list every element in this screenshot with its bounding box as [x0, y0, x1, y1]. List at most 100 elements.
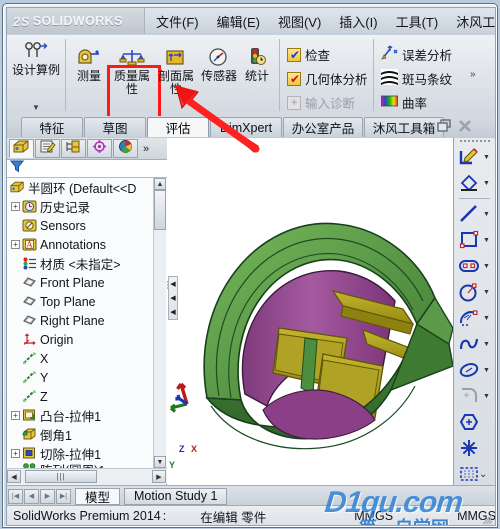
model-3d-view[interactable] — [167, 138, 453, 485]
ribbon-overflow-button[interactable]: » — [470, 69, 476, 80]
geometry-analysis-button[interactable]: ✔ 几何体分析 — [287, 69, 368, 88]
chevron-down-icon[interactable]: ▼ — [483, 367, 490, 374]
sketch-button[interactable]: ▼ — [454, 144, 495, 170]
mass-properties-button[interactable]: 质量属性 — [111, 47, 153, 96]
tab-dimxpert[interactable]: DimXpert — [210, 117, 282, 137]
tree-item-top-plane[interactable]: Top Plane — [7, 292, 167, 311]
menu-file[interactable]: 文件(F) — [147, 8, 208, 35]
tab-features[interactable]: 特征 — [21, 117, 83, 137]
menu-view[interactable]: 视图(V) — [269, 8, 330, 35]
tab-model[interactable]: 模型 — [75, 487, 121, 505]
deviation-analysis-button[interactable]: 误差分析 — [381, 45, 452, 64]
tree-item-chamfer-1[interactable]: 倒角1 — [7, 425, 167, 444]
measure-button[interactable]: 测量 — [69, 47, 109, 83]
tree-item-origin[interactable]: Origin — [7, 330, 167, 349]
polygon-button[interactable] — [454, 409, 495, 435]
property-manager-tab[interactable] — [35, 139, 60, 158]
chevron-down-icon[interactable]: ▼ — [483, 237, 490, 244]
point-button[interactable] — [454, 435, 495, 461]
display-manager-tab[interactable] — [113, 139, 138, 158]
nav-prev-button[interactable]: ◀ — [24, 488, 39, 504]
nav-next-button[interactable]: ▶ — [40, 488, 55, 504]
resize-grip-icon[interactable] — [481, 513, 493, 525]
vertical-scroll-thumb[interactable] — [154, 190, 166, 230]
tab-office-products[interactable]: 办公室产品 — [283, 117, 363, 137]
tree-item-cut-extrude-1[interactable]: + 切除-拉伸1 — [7, 444, 167, 463]
sensor-button[interactable]: 传感器 — [199, 47, 239, 83]
tree-item-front-plane[interactable]: Front Plane — [7, 273, 167, 292]
scroll-right-button[interactable]: ▶ — [152, 470, 166, 483]
feature-tree-vertical-scrollbar[interactable]: ▲ ▼ — [153, 178, 166, 468]
tab-motion-study-1[interactable]: Motion Study 1 — [124, 487, 228, 505]
smart-dimension-button[interactable]: ▼ — [454, 170, 495, 196]
tab-evaluate[interactable]: 评估 — [147, 117, 209, 137]
design-study-dropdown-caret[interactable]: ▼ — [32, 103, 40, 112]
statistics-button[interactable]: 统计 — [239, 47, 275, 83]
feature-tree-horizontal-scrollbar[interactable]: ◀ ||| ▶ — [7, 468, 167, 484]
curvature-button[interactable]: 曲率 — [380, 93, 427, 112]
tree-expander[interactable]: + — [11, 449, 20, 458]
tree-item-part-root[interactable]: 半圆环 (Default<<D — [7, 178, 167, 197]
flyout-arrow-1[interactable]: ◀ — [170, 281, 175, 288]
line-button[interactable]: ▼ — [454, 201, 495, 227]
tree-item-right-plane[interactable]: Right Plane — [7, 311, 167, 330]
arc-button[interactable]: ▼ — [454, 305, 495, 331]
chevron-down-icon[interactable]: ▼ — [483, 341, 490, 348]
tree-item-sensors[interactable]: Sensors — [7, 216, 167, 235]
check-button[interactable]: ✔ 检查 — [287, 45, 330, 64]
chevron-down-icon[interactable]: ▼ — [483, 289, 490, 296]
feature-tree-tab[interactable] — [9, 139, 34, 158]
zebra-stripes-button[interactable]: 斑马条纹 — [381, 69, 452, 88]
menu-edit[interactable]: 编辑(E) — [208, 8, 269, 35]
spline-button[interactable]: ▼ — [454, 331, 495, 357]
fillet-button[interactable]: ▼ — [454, 383, 495, 409]
feature-manager-more-tabs[interactable]: » — [143, 143, 149, 155]
tree-expander[interactable]: + — [11, 411, 20, 420]
restore-window-icon[interactable] — [437, 119, 452, 133]
chevron-down-icon[interactable]: ▼ — [483, 315, 490, 322]
horizontal-scroll-thumb[interactable]: ||| — [25, 470, 97, 483]
design-study-button[interactable]: 设计算例 — [10, 41, 62, 77]
graphics-area[interactable]: ◀ ◀ ◀ X Y Z — [167, 138, 453, 485]
rectangle-button[interactable]: ▼ — [454, 227, 495, 253]
ellipse-button[interactable]: ▼ — [454, 357, 495, 383]
chevron-down-icon[interactable]: ▼ — [483, 180, 490, 187]
close-window-icon[interactable] — [458, 119, 473, 133]
feature-filter-bar[interactable] — [7, 160, 167, 178]
menu-mufeng-toolbox[interactable]: 沐风工具箱 — [447, 8, 495, 35]
tree-item-axis-y[interactable]: Y — [7, 368, 167, 387]
scroll-left-button[interactable]: ◀ — [7, 470, 21, 483]
scroll-up-button[interactable]: ▲ — [154, 178, 166, 190]
tree-item-axis-x[interactable]: X — [7, 349, 167, 368]
tree-item-history[interactable]: + 历史记录 — [7, 197, 167, 216]
circle-button[interactable]: ▼ — [454, 279, 495, 305]
tree-item-material[interactable]: 材质 <未指定> — [7, 254, 167, 273]
chevron-double-down-icon[interactable]: ⌄ — [479, 469, 487, 480]
tab-mufeng-toolbox[interactable]: 沐风工具箱 — [364, 117, 444, 137]
chevron-down-icon[interactable]: ▼ — [483, 393, 490, 400]
graphics-flyout-arrows[interactable]: ◀ ◀ ◀ — [168, 276, 178, 320]
import-diagnostics-button[interactable]: + 输入诊断 — [287, 93, 355, 112]
slot-button[interactable]: ▼ — [454, 253, 495, 279]
flyout-arrow-2[interactable]: ◀ — [170, 295, 175, 302]
tree-item-axis-z[interactable]: Z — [7, 387, 167, 406]
configuration-manager-tab[interactable] — [61, 139, 86, 158]
feature-tree[interactable]: 半圆环 (Default<<D + 历史记录 Sensors + A Annot… — [7, 178, 167, 468]
section-properties-button[interactable]: 剖面属性 — [155, 47, 197, 96]
tree-item-boss-extrude-1[interactable]: + 凸台-拉伸1 — [7, 406, 167, 425]
tree-item-annotations[interactable]: + A Annotations — [7, 235, 167, 254]
nav-last-button[interactable]: ▶| — [56, 488, 71, 504]
menu-insert[interactable]: 插入(I) — [330, 8, 386, 35]
flyout-arrow-3[interactable]: ◀ — [170, 309, 175, 316]
nav-first-button[interactable]: |◀ — [8, 488, 23, 504]
menu-tools[interactable]: 工具(T) — [387, 8, 448, 35]
chevron-down-icon[interactable]: ▼ — [483, 154, 490, 161]
dimxpert-manager-tab[interactable] — [87, 139, 112, 158]
scroll-down-button[interactable]: ▼ — [154, 456, 166, 468]
chevron-down-icon[interactable]: ▼ — [483, 263, 490, 270]
chevron-down-icon[interactable]: ▼ — [483, 211, 490, 218]
tab-sketch[interactable]: 草图 — [84, 117, 146, 137]
mirror-button[interactable] — [454, 461, 495, 487]
tree-expander[interactable]: + — [11, 240, 20, 249]
tree-expander[interactable]: + — [11, 202, 20, 211]
